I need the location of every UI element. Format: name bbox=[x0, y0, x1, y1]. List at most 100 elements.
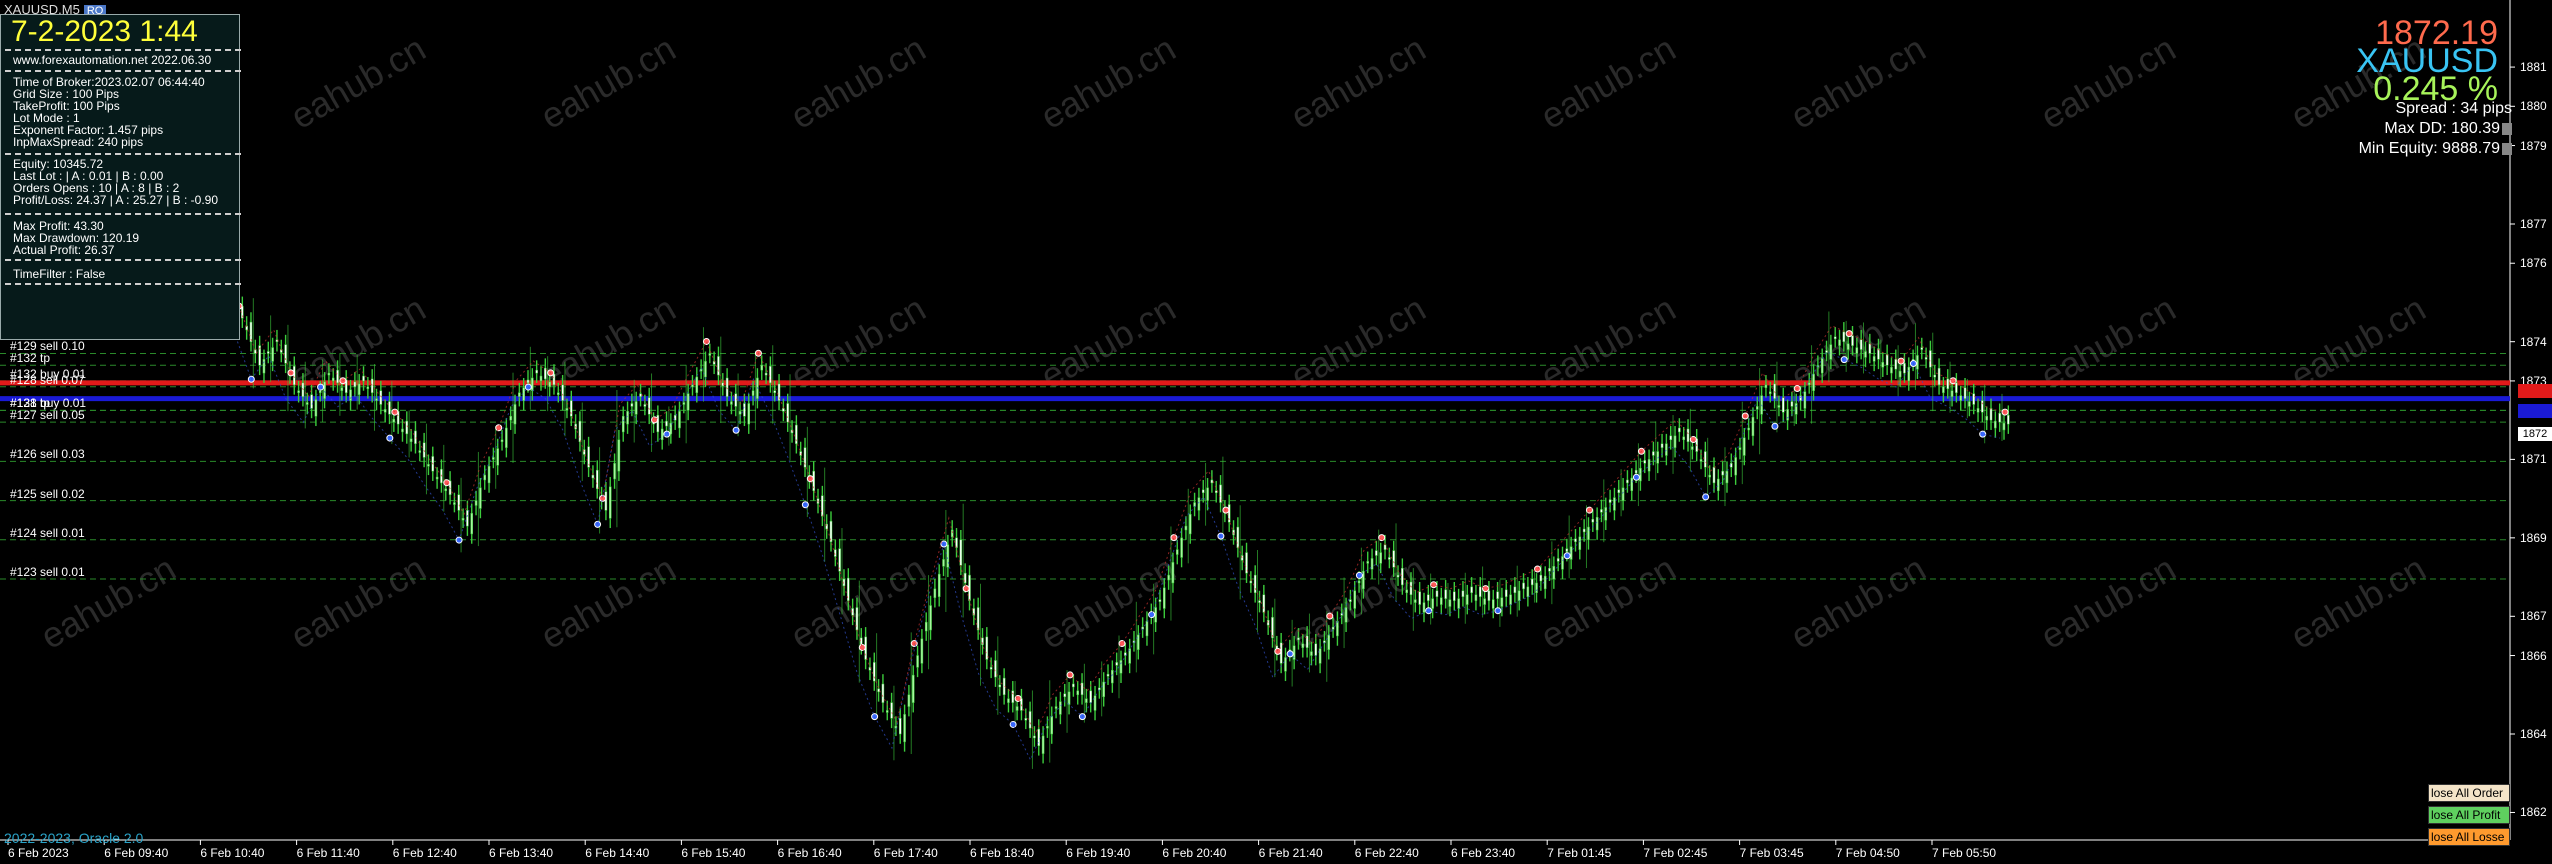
close-all-profit-button[interactable]: lose All Profit bbox=[2428, 806, 2510, 824]
candle-body bbox=[976, 607, 980, 631]
candle-body bbox=[1375, 550, 1378, 556]
candle-body bbox=[1812, 373, 1815, 391]
candle-body bbox=[1704, 451, 1707, 468]
candle-body bbox=[518, 392, 521, 397]
candle-body bbox=[1864, 351, 1867, 358]
candle-body bbox=[1461, 590, 1465, 597]
candle-body bbox=[405, 420, 409, 435]
candle-body bbox=[435, 476, 439, 480]
candle-body bbox=[998, 684, 1002, 688]
candle-body bbox=[1898, 370, 1902, 378]
panel-line: TimeFilter : False bbox=[13, 267, 106, 281]
order-level-label: #125 sell 0.02 bbox=[10, 486, 85, 501]
candle-body bbox=[1569, 546, 1573, 560]
candle-body bbox=[314, 399, 318, 417]
candle-body bbox=[786, 403, 789, 423]
price-tick-label: 1869 bbox=[2520, 530, 2547, 545]
candle-body bbox=[1145, 620, 1149, 637]
panel-datetime: 7-2-2023 1:44 bbox=[11, 15, 198, 48]
candle-body bbox=[608, 486, 612, 519]
candle-body bbox=[1955, 382, 1958, 393]
candle-body bbox=[1180, 537, 1183, 558]
candle-body bbox=[1076, 690, 1079, 696]
candle-body bbox=[1414, 599, 1417, 603]
time-tick-label: 6 Feb 19:40 bbox=[1066, 846, 1131, 860]
time-tick-label: 7 Feb 05:50 bbox=[1932, 846, 1997, 860]
candle-body bbox=[1903, 363, 1906, 374]
panel-separator bbox=[5, 153, 241, 155]
candle-body bbox=[1236, 526, 1240, 548]
panel-line: Actual Profit: 26.37 bbox=[13, 243, 115, 257]
time-tick-label: 6 Feb 10:40 bbox=[200, 846, 265, 860]
candle-body bbox=[1448, 599, 1452, 607]
candle-body bbox=[1106, 673, 1110, 677]
order-level-label: #127 sell 0.05 bbox=[10, 408, 85, 423]
candle-body bbox=[1522, 582, 1525, 590]
candle-body bbox=[1301, 643, 1305, 648]
candle-body bbox=[1167, 574, 1170, 581]
candle-body bbox=[937, 573, 941, 597]
candle-body bbox=[1794, 403, 1798, 415]
candle-body bbox=[1699, 459, 1703, 462]
candle-body bbox=[1176, 549, 1179, 555]
candle-body bbox=[1730, 463, 1733, 468]
candle-body bbox=[903, 714, 906, 743]
candle-body bbox=[1184, 525, 1188, 531]
candle-body bbox=[1777, 405, 1781, 408]
candle-body bbox=[1994, 420, 1997, 429]
candle-body bbox=[1764, 384, 1768, 389]
close-all-orders-button[interactable]: lose All Order bbox=[2428, 784, 2510, 802]
candle-body bbox=[630, 403, 634, 407]
candle-body bbox=[366, 386, 370, 390]
candle-body bbox=[1587, 526, 1590, 541]
candle-body bbox=[1734, 457, 1737, 476]
sell-marker bbox=[1949, 377, 1957, 385]
price-chart[interactable]: eahub.cn eahub.cn eahub.cn eahub.cn eahub.cn… bbox=[0, 0, 2552, 864]
candle-body bbox=[1539, 574, 1543, 582]
price-tick-label: 1880 bbox=[2520, 99, 2547, 114]
candle-body bbox=[1976, 408, 1980, 413]
candle-body bbox=[1773, 383, 1776, 399]
candle-body bbox=[318, 390, 322, 393]
candle-body bbox=[388, 401, 391, 415]
watermark-text: eahub.cn bbox=[2284, 547, 2433, 657]
order-level-label: #132 tp bbox=[10, 351, 51, 366]
candle-body bbox=[457, 494, 460, 511]
candle-body bbox=[1786, 409, 1789, 421]
candle-body bbox=[916, 655, 919, 668]
candle-body bbox=[1972, 393, 1975, 405]
panel-separator bbox=[5, 259, 241, 261]
time-tick-label: 6 Feb 14:40 bbox=[585, 846, 650, 860]
candle-body bbox=[1509, 594, 1512, 605]
candle-body bbox=[1466, 594, 1469, 605]
panel-separator bbox=[5, 283, 241, 285]
watermark-text: eahub.cn bbox=[1284, 27, 1433, 137]
candle-body bbox=[470, 513, 473, 535]
candle-body bbox=[1137, 634, 1140, 650]
candle-body bbox=[2007, 415, 2010, 425]
time-tick-label: 6 Feb 15:40 bbox=[681, 846, 746, 860]
candle-body bbox=[1929, 350, 1932, 368]
candle-body bbox=[483, 474, 486, 481]
candle-body bbox=[626, 411, 629, 425]
candle-body bbox=[1769, 391, 1772, 394]
buy-marker bbox=[801, 501, 809, 509]
candle-body bbox=[1595, 517, 1599, 531]
candle-body bbox=[886, 710, 889, 713]
candle-body bbox=[1647, 459, 1651, 472]
buy-marker bbox=[1355, 571, 1363, 579]
candle-body bbox=[531, 377, 534, 391]
candle-body bbox=[1604, 507, 1608, 521]
candle-body bbox=[466, 510, 469, 527]
candle-body bbox=[1050, 716, 1053, 735]
close-all-losses-button[interactable]: lose All Losse bbox=[2428, 828, 2510, 846]
candle-body bbox=[1102, 681, 1105, 697]
candle-body bbox=[1807, 382, 1811, 386]
sell-marker bbox=[1378, 534, 1386, 542]
candle-body bbox=[1621, 487, 1625, 501]
candle-body bbox=[539, 375, 543, 382]
candle-body bbox=[1846, 343, 1850, 350]
red-line-tag bbox=[2518, 384, 2552, 398]
candle-body bbox=[1487, 590, 1491, 601]
candle-body bbox=[1015, 706, 1019, 711]
